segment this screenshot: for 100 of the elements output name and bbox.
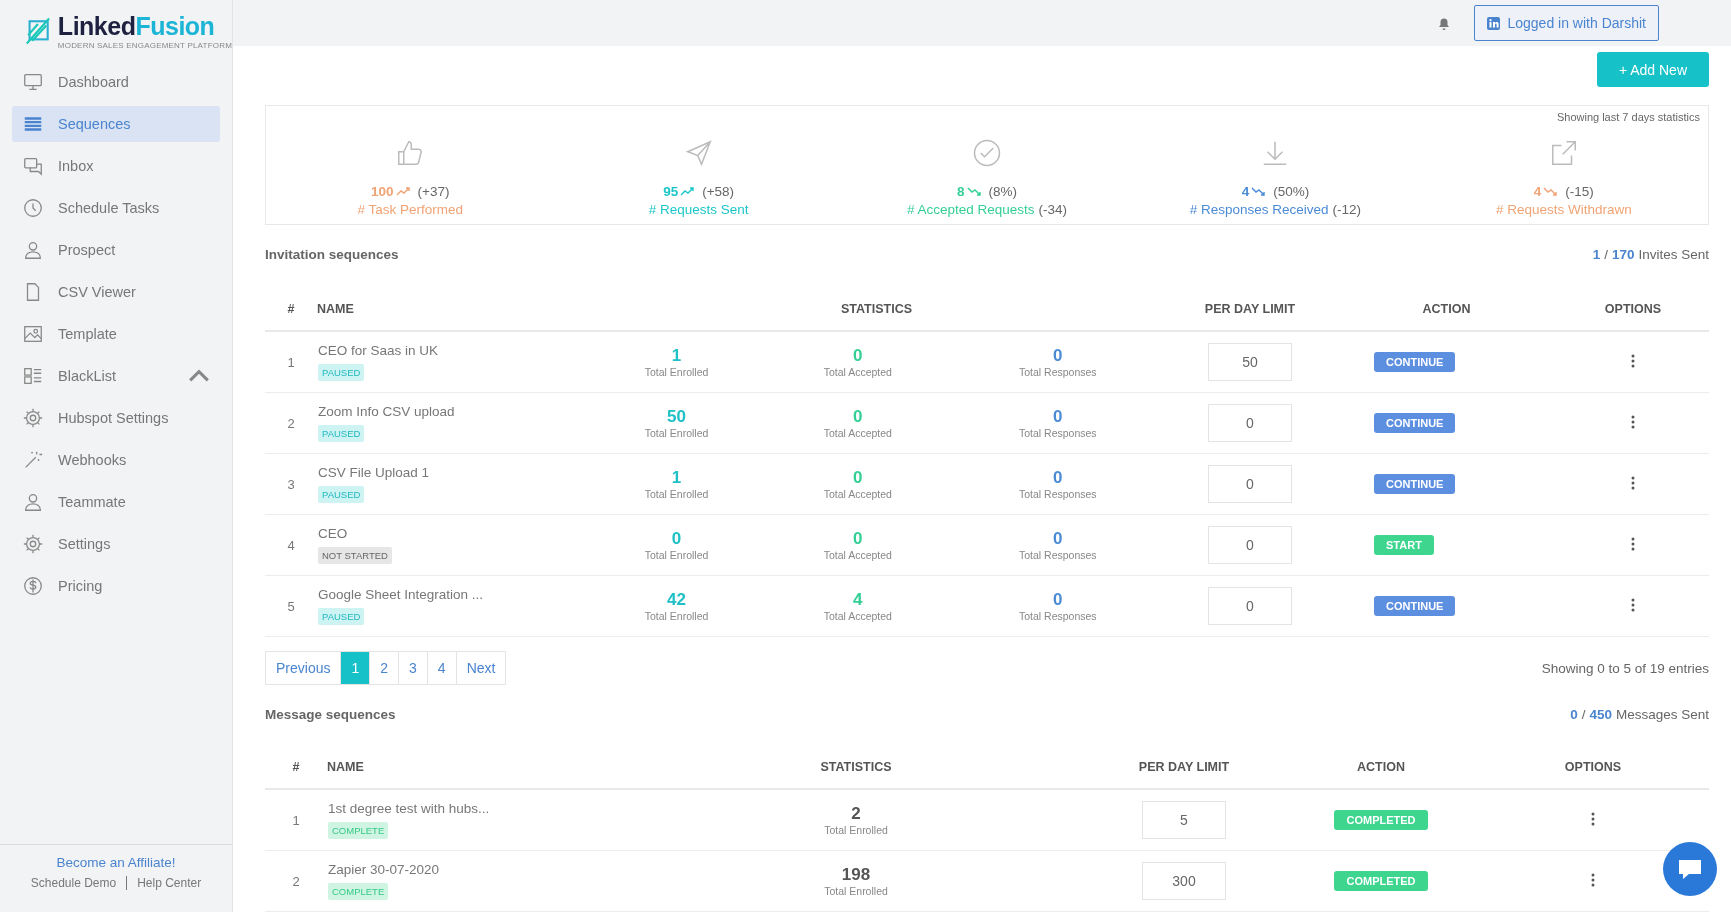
stat-caption: Total Enrolled: [823, 824, 889, 836]
stat-value: 8: [957, 184, 981, 199]
more-options-icon[interactable]: [1591, 872, 1595, 887]
page-button[interactable]: 1: [341, 652, 371, 684]
dollar-icon: [22, 575, 44, 597]
column-header: #: [292, 760, 300, 774]
column-header: ACTION: [1422, 302, 1471, 316]
status-badge: PAUSED: [318, 364, 365, 381]
stat-caption: Total Responses: [1017, 488, 1098, 500]
sidebar-item[interactable]: Prospect: [12, 232, 220, 268]
more-options-icon[interactable]: [1591, 811, 1595, 826]
stat-label: # Responses Received: [1189, 202, 1329, 217]
column-header: STATISTICS: [840, 302, 913, 316]
column-header: PER DAY LIMIT: [1138, 760, 1230, 774]
column-header: #: [287, 302, 295, 316]
row-number: 2: [287, 415, 295, 431]
chat-button[interactable]: [1663, 842, 1717, 896]
sidebar-item[interactable]: Pricing: [12, 568, 220, 604]
status-badge: COMPLETE: [328, 883, 389, 900]
responses-count: 0: [1052, 590, 1064, 610]
chat-icon: [1677, 857, 1703, 881]
row-number: 2: [292, 873, 300, 889]
enrolled-count: 1: [670, 346, 683, 366]
sequence-name: Zapier 30-07-2020: [328, 862, 440, 877]
column-header: PER DAY LIMIT: [1204, 302, 1296, 316]
image-icon: [22, 323, 44, 345]
stat-caption: Total Enrolled: [823, 885, 889, 897]
status-badge: PAUSED: [318, 425, 365, 442]
stat-value: 4: [1533, 184, 1558, 199]
affiliate-link[interactable]: Become an Affiliate!: [56, 855, 176, 870]
column-header: OPTIONS: [1564, 760, 1622, 774]
stat-label: # Requests Sent: [648, 202, 749, 217]
sidebar-item[interactable]: Webhooks: [12, 442, 220, 478]
footer-link[interactable]: Help Center: [137, 876, 202, 890]
stat-label: # Accepted Requests: [906, 202, 1035, 217]
more-options-icon[interactable]: [1631, 353, 1635, 368]
continue-button[interactable]: CONTINUE: [1374, 474, 1456, 494]
limit-field[interactable]: 0: [1208, 465, 1292, 503]
status-badge: PAUSED: [318, 486, 365, 503]
gear-icon: [22, 533, 44, 555]
messages-count: 0 / 450 Messages Sent: [1570, 707, 1709, 722]
column-header: OPTIONS: [1604, 302, 1662, 316]
limit-field[interactable]: 50: [1208, 343, 1292, 381]
stat-caption: Total Responses: [1017, 427, 1098, 439]
sidebar-item[interactable]: BlackList: [12, 358, 220, 394]
sequence-name: Zoom Info CSV upload: [318, 404, 455, 419]
column-header: NAME: [317, 302, 354, 316]
linkedin-icon: [1487, 16, 1501, 30]
sidebar-item[interactable]: CSV Viewer: [12, 274, 220, 310]
enrolled-count: 50: [666, 407, 687, 427]
sidebar-item[interactable]: Settings: [12, 526, 220, 562]
clock-icon: [22, 197, 44, 219]
stat-delta: (+37): [417, 184, 450, 199]
status-badge: COMPLETE: [328, 822, 389, 839]
sidebar-item[interactable]: Template: [12, 316, 220, 352]
sidebar-item[interactable]: Teammate: [12, 484, 220, 520]
stat-caption: Total Accepted: [822, 488, 893, 500]
more-options-icon[interactable]: [1631, 414, 1635, 429]
limit-field[interactable]: 5: [1142, 801, 1226, 839]
status-badge: PAUSED: [318, 608, 365, 625]
stat-change: (-34): [1038, 202, 1068, 217]
row-number: 1: [292, 812, 300, 828]
continue-button[interactable]: CONTINUE: [1374, 413, 1456, 433]
enrolled-count: 0: [670, 529, 683, 549]
sidebar-item[interactable]: Sequences: [12, 106, 220, 142]
stat-caption: Total Enrolled: [643, 549, 710, 561]
continue-button[interactable]: CONTINUE: [1374, 352, 1456, 372]
limit-field[interactable]: 0: [1208, 526, 1292, 564]
chat-icon: [22, 155, 44, 177]
sequence-name: Google Sheet Integration ...: [318, 587, 484, 602]
brand-name: LinkedFusion: [57, 12, 216, 41]
more-options-icon[interactable]: [1631, 536, 1635, 551]
sidebar-item[interactable]: Dashboard: [12, 64, 220, 100]
stat-caption: Total Enrolled: [643, 366, 710, 378]
sidebar-item[interactable]: Schedule Tasks: [12, 190, 220, 226]
limit-field[interactable]: 0: [1208, 587, 1292, 625]
sidebar-item[interactable]: Hubspot Settings: [12, 400, 220, 436]
accepted-count: 0: [852, 346, 864, 366]
continue-button[interactable]: CONTINUE: [1374, 596, 1456, 616]
grid-icon: [22, 365, 44, 387]
more-options-icon[interactable]: [1631, 475, 1635, 490]
sequence-name: CEO: [318, 526, 348, 541]
limit-field[interactable]: 0: [1208, 404, 1292, 442]
footer-link[interactable]: Schedule Demo: [30, 876, 117, 890]
accepted-count: 4: [852, 590, 864, 610]
stat-caption: Total Enrolled: [643, 488, 710, 500]
accepted-count: 0: [852, 529, 864, 549]
limit-field[interactable]: 300: [1142, 862, 1226, 900]
stat-value: 100: [371, 184, 410, 199]
row-number: 4: [287, 537, 295, 553]
section-title: Message sequences: [265, 707, 396, 722]
enrolled-count: 198: [840, 865, 872, 885]
sidebar-item[interactable]: Inbox: [12, 148, 220, 184]
person-icon: [22, 491, 44, 513]
enrolled-count: 42: [666, 590, 687, 610]
stat-label: # Requests Withdrawn: [1495, 202, 1632, 217]
more-options-icon[interactable]: [1631, 597, 1635, 612]
sequence-name: 1st degree test with hubs...: [328, 801, 490, 816]
add-new-button[interactable]: + Add New: [1596, 52, 1709, 87]
login-button[interactable]: Logged in with Darshit: [1474, 5, 1659, 41]
